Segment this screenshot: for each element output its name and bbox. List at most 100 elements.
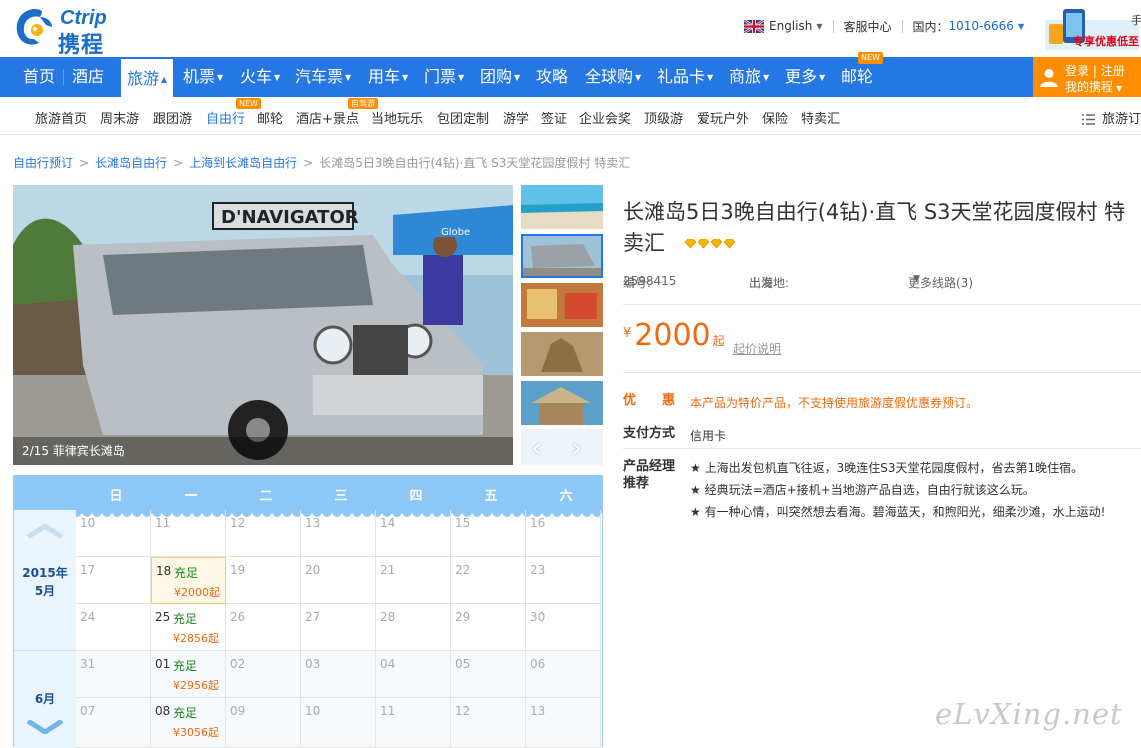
- travel-order-menu[interactable]: 旅游订: [1081, 108, 1141, 127]
- login-link[interactable]: 登录: [1065, 64, 1089, 78]
- register-link[interactable]: 注册: [1101, 64, 1125, 78]
- price-suffix: 起: [712, 334, 725, 348]
- main-photo[interactable]: D'NAVIGATOR Globe 2/15 菲律宾长滩岛: [13, 185, 513, 465]
- nav-business[interactable]: 商旅 ▼: [729, 57, 769, 97]
- nav-more-label: 更多: [785, 67, 818, 86]
- nav-travel[interactable]: 旅游 ▲: [121, 57, 174, 97]
- subnav-outdoor[interactable]: 爱玩户外: [697, 108, 749, 127]
- nav-tickets[interactable]: 门票 ▼: [424, 57, 464, 97]
- breadcrumb-link[interactable]: 自由行预订: [13, 156, 73, 170]
- nav-gift-card-label: 礼品卡: [657, 67, 706, 86]
- chevron-up-icon[interactable]: [26, 524, 64, 538]
- my-ctrip-menu[interactable]: 我的携程 ▼: [1065, 78, 1122, 95]
- calendar-day: 20: [301, 557, 376, 604]
- language-select[interactable]: English: [769, 19, 812, 33]
- subnav-custom[interactable]: 包团定制: [437, 108, 489, 127]
- subnav-corporate[interactable]: 企业会奖: [579, 108, 631, 127]
- day-number: 22: [455, 563, 471, 577]
- next-icon[interactable]: ›: [571, 431, 582, 464]
- subnav-weekend[interactable]: 周末游: [100, 108, 139, 127]
- sandcastle-image: [521, 332, 603, 376]
- prev-icon[interactable]: ‹: [531, 431, 542, 464]
- user-icon: [1040, 69, 1058, 87]
- calendar-day-available[interactable]: 08 充足 ¥3056起: [151, 698, 226, 748]
- nav-more[interactable]: 更多 ▼: [785, 57, 825, 97]
- day-number: 09: [230, 704, 246, 718]
- travel-order-label: 旅游订: [1101, 112, 1141, 127]
- calendar-header: 日 一 二 三 四 五 六: [14, 476, 602, 510]
- nav-train[interactable]: 火车 ▼: [240, 57, 280, 97]
- day-number: 19: [230, 563, 246, 577]
- price-explain-link[interactable]: 起价说明: [733, 340, 781, 357]
- calendar-day: 17: [76, 557, 151, 604]
- dolphin-logo-icon: [16, 9, 52, 45]
- calendar-day: 10: [301, 698, 376, 748]
- calendar-day-available[interactable]: 01 充足 ¥2956起: [151, 651, 226, 698]
- chevron-down-icon: ▼: [816, 21, 823, 31]
- uk-flag-icon: [744, 19, 764, 33]
- breadcrumb: 自由行预订 > 长滩岛自由行 > 上海到长滩岛自由行 > 长滩岛5日3晚自由行(4钻)·直飞…: [13, 154, 630, 171]
- phone-number[interactable]: 1010-6666: [949, 19, 1014, 33]
- nav-gift-card[interactable]: 礼品卡 ▼: [657, 57, 713, 97]
- chevron-down-icon: ▼: [217, 73, 224, 82]
- nav-global-shop[interactable]: 全球购 ▼: [585, 57, 641, 97]
- calendar-day: 16: [526, 510, 601, 557]
- day-price: ¥2856起: [173, 632, 219, 645]
- thumbnail[interactable]: [521, 381, 603, 425]
- calendar-day-available[interactable]: 25 充足 ¥2856起: [151, 604, 226, 651]
- depart-value: 上海: [749, 276, 774, 290]
- photo-caption: 2/15 菲律宾长滩岛: [13, 437, 513, 465]
- thumbnail[interactable]: [521, 185, 603, 229]
- availability-status: 充足: [173, 612, 198, 626]
- thumbnail-selected[interactable]: [521, 234, 603, 278]
- login-panel[interactable]: 登录 | 注册 我的携程 ▼: [1033, 57, 1141, 97]
- nav-home[interactable]: 首页: [23, 57, 55, 97]
- calendar-day: 06: [526, 651, 601, 698]
- nav-bus[interactable]: 汽车票 ▼: [295, 57, 351, 97]
- service-center-link[interactable]: 客服中心: [844, 18, 892, 35]
- weekday-sun: 日: [109, 489, 123, 504]
- calendar-day-available[interactable]: 18 充足 ¥2000起: [151, 557, 226, 604]
- subnav-visa[interactable]: 签证: [541, 108, 567, 127]
- breadcrumb-link[interactable]: 上海到长滩岛自由行: [189, 156, 297, 170]
- subnav-special-sale[interactable]: 特卖汇: [801, 108, 840, 127]
- promo-prefix: 手: [1131, 14, 1141, 27]
- logo-text-cn: 携程: [58, 33, 105, 58]
- subnav-study-tour[interactable]: 游学: [503, 108, 529, 127]
- calendar-day: 02: [226, 651, 301, 698]
- breadcrumb-sep: >: [303, 156, 314, 170]
- day-number: 16: [530, 516, 546, 530]
- day-number: 02: [230, 657, 246, 671]
- subnav-hotel-attraction[interactable]: 酒店+景点: [296, 108, 359, 127]
- subnav-local-fun[interactable]: 当地玩乐: [371, 108, 423, 127]
- subnav-luxury[interactable]: 顶级游: [644, 108, 683, 127]
- day-number: 17: [80, 563, 96, 577]
- chevron-down-icon[interactable]: [26, 720, 64, 734]
- thumbnail[interactable]: [521, 332, 603, 376]
- subnav-independent[interactable]: 自由行: [206, 108, 245, 127]
- breadcrumb-link[interactable]: 长滩岛自由行: [95, 156, 167, 170]
- subnav-travel-home[interactable]: 旅游首页: [35, 108, 87, 127]
- nav-hotel[interactable]: 酒店: [72, 57, 104, 97]
- nav-guides[interactable]: 攻略: [536, 57, 568, 97]
- day-price: ¥3056起: [173, 726, 219, 739]
- nav-group-buy[interactable]: 团购 ▼: [480, 57, 520, 97]
- discount-text: 本产品为特价产品，不支持使用旅游度假优惠券预订。: [690, 396, 979, 410]
- beach-image: [521, 185, 603, 229]
- ctrip-logo[interactable]: Ctrip 携程: [12, 5, 134, 58]
- subnav-cruise[interactable]: 邮轮: [257, 108, 283, 127]
- calendar-day: 12: [451, 698, 526, 748]
- day-number: 12: [455, 704, 471, 718]
- chevron-down-icon: ▼: [1017, 21, 1025, 31]
- mobile-app-promo[interactable]: 手 专享优惠低至: [1043, 6, 1141, 50]
- nav-car[interactable]: 用车 ▼: [368, 57, 408, 97]
- subnav-group-tour[interactable]: 跟团游: [153, 108, 192, 127]
- weekday-tue: 二: [259, 489, 273, 504]
- day-price: ¥2956起: [173, 679, 219, 692]
- watermark: eLvXing.net: [935, 697, 1123, 731]
- subnav-insurance[interactable]: 保险: [762, 108, 788, 127]
- thumbnail[interactable]: [521, 283, 603, 327]
- chevron-down-icon: ▼: [1116, 84, 1123, 93]
- month-label-june: 6月: [34, 692, 56, 706]
- nav-flights[interactable]: 机票 ▼: [183, 57, 223, 97]
